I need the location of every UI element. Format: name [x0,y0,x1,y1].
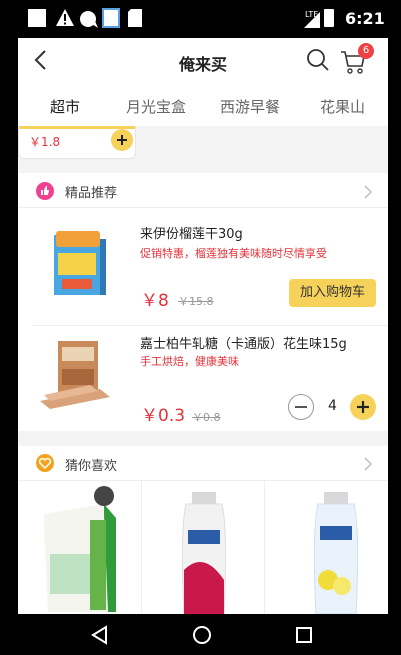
add-to-cart-button[interactable]: 加入购物车 [289,279,376,307]
featured-header[interactable]: 精品推荐 [18,173,388,207]
recents-nav-button[interactable] [295,626,313,644]
product-image-milk[interactable] [34,484,126,614]
guess-header[interactable]: 猜你喜欢 [18,446,388,480]
battery-icon [324,9,334,27]
product-price: ￥8 [141,291,169,311]
plus-icon [117,135,127,145]
app-notification-icon [102,8,120,28]
search-icon [307,49,329,71]
partial-card-box: ￥1.8 [18,126,136,159]
guess-section: 猜你喜欢 [18,446,388,614]
minus-icon [295,406,307,408]
increase-button[interactable] [350,394,376,420]
app-screen: 俺来买 6 超市 月光宝盒 西游早餐 花果山 ￥1.8 精品推荐 来伊份榴莲干3… [18,38,388,614]
product-name: 来伊份榴莲干30g [140,227,243,242]
product-old-price: ￥15.8 [178,295,214,308]
quantity-value: 4 [328,398,337,414]
cart-badge: 6 [358,43,374,59]
status-bar: LTE 6:21 [0,0,401,38]
thumbs-up-icon [36,182,54,200]
product-desc: 手工烘焙，健康美味 [140,355,239,368]
section-divider [18,480,388,481]
partial-add-button[interactable] [111,129,133,151]
tab-westward-breakfast[interactable]: 西游早餐 [220,96,280,117]
signal-icon [304,12,320,32]
circle-home-icon [193,626,211,644]
product-desc: 促销特惠，榴莲独有美味随时尽情享受 [140,247,327,260]
product-name: 嘉士柏牛轧糖（卡通版）花生味15g [140,337,347,352]
plus-icon [357,401,369,413]
product-price: ￥0.3 [141,406,186,426]
product-image-shampoo-pink[interactable] [178,490,230,614]
partial-price: ￥1.8 [29,135,61,149]
notification-square-icon [28,9,46,27]
tab-flower-fruit-mountain[interactable]: 花果山 [320,96,365,117]
product-old-price: ￥0.8 [192,411,221,424]
featured-section: 精品推荐 来伊份榴莲干30g 促销特惠，榴莲独有美味随时尽情享受 ￥8 ￥15.… [18,173,388,431]
triangle-back-icon [91,625,107,645]
partial-product-card: ￥1.8 [18,126,388,160]
heart-icon [36,454,54,472]
section-divider [18,207,388,208]
page-title: 俺来买 [178,55,227,74]
product-image-durian[interactable] [52,229,108,301]
square-recents-icon [296,627,312,643]
chevron-right-icon [364,457,373,471]
grid-divider [264,480,265,614]
status-time: 6:21 [345,9,385,28]
sd-card-icon [128,9,142,31]
warning-icon [55,8,75,32]
guess-title: 猜你喜欢 [65,459,118,474]
quantity-stepper: 4 [288,394,378,422]
header: 俺来买 6 [18,38,388,84]
chevron-right-icon [364,185,373,199]
product-image-shampoo-lemon[interactable] [310,490,362,614]
category-tabs: 超市 月光宝盒 西游早餐 花果山 [18,84,388,127]
search-button[interactable] [306,48,330,72]
product-image-nougat[interactable] [40,339,112,411]
tab-moonlight-box[interactable]: 月光宝盒 [126,96,186,117]
system-nav-bar [0,614,401,655]
grid-divider [141,480,142,614]
product-divider [32,325,388,326]
chat-bubble-icon [78,9,100,33]
tab-supermarket[interactable]: 超市 [50,96,80,117]
decrease-button[interactable] [288,394,314,420]
featured-title: 精品推荐 [65,186,118,201]
cart-button[interactable]: 6 [340,43,380,78]
home-nav-button[interactable] [192,625,212,645]
back-nav-button[interactable] [90,625,110,645]
